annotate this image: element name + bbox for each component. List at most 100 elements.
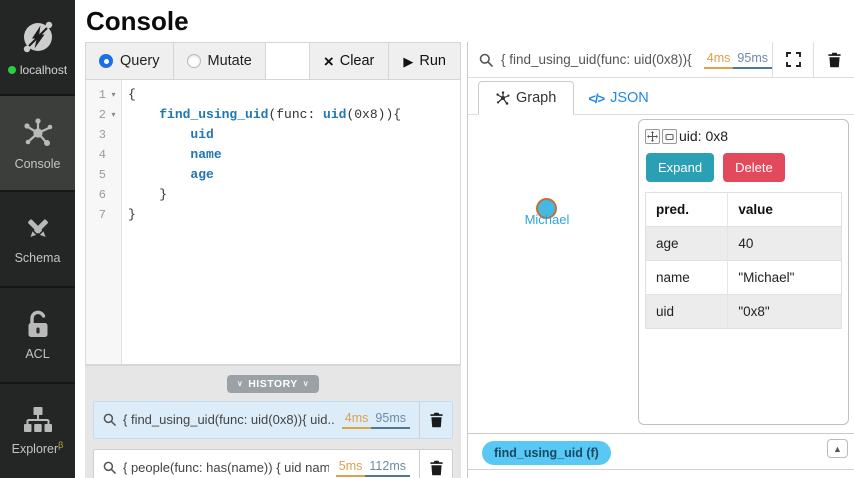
- sidebar-item-server[interactable]: localhost: [0, 0, 75, 94]
- collapse-button[interactable]: ▲: [827, 439, 848, 458]
- beta-tag: β: [58, 439, 64, 450]
- predicate-row: uid "0x8": [645, 294, 842, 329]
- console-panel: Query Mutate × Clear ▶ Run 1 ▾ {2 ▾ fin…: [85, 42, 461, 478]
- server-latency: 4ms: [703, 50, 734, 69]
- history-query-text: { find_using_uid(func: uid(0x8)){ uid...: [123, 412, 335, 427]
- code-text: }: [128, 207, 136, 222]
- clear-x-icon: ×: [323, 51, 334, 71]
- value-cell: "Michael": [727, 260, 842, 295]
- sidebar-label-acl: ACL: [25, 346, 50, 361]
- trash-icon: [429, 412, 443, 427]
- server-name: localhost: [19, 63, 68, 77]
- console-network-icon: [23, 117, 52, 146]
- result-query-text[interactable]: { find_using_uid(func: uid(0x8)){ ...: [501, 52, 696, 67]
- history-delete-button[interactable]: [419, 449, 452, 478]
- bottom-strip: [468, 470, 854, 478]
- fold-arrow-icon[interactable]: ▾: [106, 105, 121, 125]
- trash-icon: [827, 52, 841, 67]
- editor-line[interactable]: 6 }: [86, 185, 460, 205]
- result-header: { find_using_uid(func: uid(0x8)){ ... 4m…: [468, 42, 854, 78]
- query-radio-label: Query: [120, 53, 160, 69]
- chevron-down-icon: ∨: [302, 379, 310, 388]
- tab-graph[interactable]: Graph: [478, 81, 575, 115]
- move-icon[interactable]: [645, 128, 660, 144]
- query-radio[interactable]: Query: [86, 43, 174, 79]
- history-item[interactable]: { people(func: has(name)) { uid nam... 5m…: [93, 448, 453, 478]
- trash-icon: [429, 460, 443, 475]
- mutate-radio-circle[interactable]: [186, 54, 201, 68]
- search-icon: [479, 53, 493, 67]
- run-button[interactable]: ▶ Run: [389, 43, 460, 79]
- code-text: name: [190, 147, 222, 162]
- predicate-table: pred. value age 40 name "Michael" uid "0x8": [645, 192, 842, 329]
- results-panel: { find_using_uid(func: uid(0x8)){ ... 4m…: [467, 42, 854, 478]
- editor-line[interactable]: 4 name: [86, 145, 460, 165]
- result-timings: 4ms 95ms: [703, 50, 772, 69]
- history-query[interactable]: { find_using_uid(func: uid(0x8)){ uid...…: [94, 402, 419, 438]
- mutate-radio-label: Mutate: [207, 53, 252, 69]
- fullscreen-button[interactable]: [773, 42, 813, 77]
- dgraph-logo-icon: [23, 21, 52, 53]
- pred-header: pred.: [645, 192, 729, 227]
- run-play-icon: ▶: [403, 53, 414, 69]
- history-delete-button[interactable]: [419, 401, 452, 438]
- line-number: 3: [98, 128, 106, 142]
- pred-cell: name: [645, 260, 729, 295]
- tab-json[interactable]: </> JSON: [574, 82, 662, 114]
- sidebar-label-schema: Schema: [14, 250, 61, 265]
- fold-arrow-icon[interactable]: ▾: [106, 85, 121, 105]
- value-header: value: [727, 192, 842, 227]
- server-status-dot: [7, 66, 16, 74]
- total-latency: 95ms: [733, 50, 772, 69]
- history-toggle[interactable]: ∨ HISTORY ∨: [226, 374, 320, 393]
- history-timings: 4ms 95ms: [341, 410, 410, 429]
- graph-canvas[interactable]: Michael uid: 0x8 Expand Delete pred. val…: [468, 115, 854, 433]
- delete-button[interactable]: Delete: [723, 153, 785, 182]
- expand-button[interactable]: Expand: [646, 153, 715, 182]
- line-number: 4: [98, 148, 106, 162]
- history-section: ∨ HISTORY ∨ { find_using_uid(func: uid(0…: [85, 365, 461, 478]
- minimize-icon[interactable]: [662, 128, 677, 144]
- editor-line[interactable]: 1 ▾ {: [86, 85, 460, 105]
- editor-toolbar: Query Mutate × Clear ▶ Run: [85, 42, 461, 80]
- sidebar-item-explorer[interactable]: Explorerβ: [0, 382, 75, 478]
- details-title: uid: 0x8: [679, 128, 729, 144]
- editor-line[interactable]: 3 uid: [86, 125, 460, 145]
- fullscreen-icon: [785, 52, 801, 67]
- history-query[interactable]: { people(func: has(name)) { uid nam... 5m…: [94, 450, 419, 478]
- query-editor[interactable]: 1 ▾{2 ▾ find_using_uid(func: uid(0x8)){3 u…: [85, 80, 461, 365]
- sidebar-label-console: Console: [14, 156, 61, 171]
- editor-line[interactable]: 2 ▾ find_using_uid(func: uid(0x8)){: [86, 105, 460, 125]
- schema-pencils-icon: [27, 218, 48, 237]
- clear-button[interactable]: × Clear: [310, 43, 390, 79]
- acl-lock-icon: [28, 310, 47, 337]
- sidebar-item-schema[interactable]: Schema: [0, 190, 75, 286]
- left-sidebar: localhost Console Schema ACL Explorerβ: [0, 0, 75, 478]
- history-query-text: { people(func: has(name)) { uid nam...: [123, 460, 329, 475]
- mutate-radio[interactable]: Mutate: [174, 43, 266, 79]
- query-function-badge[interactable]: find_using_uid (f): [482, 441, 611, 465]
- sidebar-item-acl[interactable]: ACL: [0, 286, 75, 382]
- search-icon: [103, 461, 116, 474]
- code-text: }: [128, 187, 168, 202]
- search-icon: [103, 413, 116, 426]
- app-root: localhost Console Schema ACL Explorerβ C…: [0, 0, 854, 478]
- sidebar-item-console[interactable]: Console: [0, 94, 75, 190]
- code-text: {: [128, 87, 136, 102]
- editor-line[interactable]: 7}: [86, 205, 460, 225]
- workspace: Query Mutate × Clear ▶ Run 1 ▾ {2 ▾ fin…: [75, 42, 854, 478]
- server-latency: 5ms: [335, 458, 366, 477]
- value-cell: "0x8": [727, 294, 842, 329]
- history-timings: 5ms 112ms: [335, 458, 410, 477]
- query-radio-circle[interactable]: [99, 54, 113, 68]
- history-item[interactable]: { find_using_uid(func: uid(0x8)){ uid...…: [93, 400, 453, 439]
- result-delete-button[interactable]: [814, 42, 854, 77]
- total-latency: 95ms: [371, 410, 410, 429]
- editor-line[interactable]: 5 age: [86, 165, 460, 185]
- chevron-down-icon: ∨: [236, 379, 244, 388]
- pred-cell: age: [645, 226, 729, 261]
- line-number: 5: [98, 168, 106, 182]
